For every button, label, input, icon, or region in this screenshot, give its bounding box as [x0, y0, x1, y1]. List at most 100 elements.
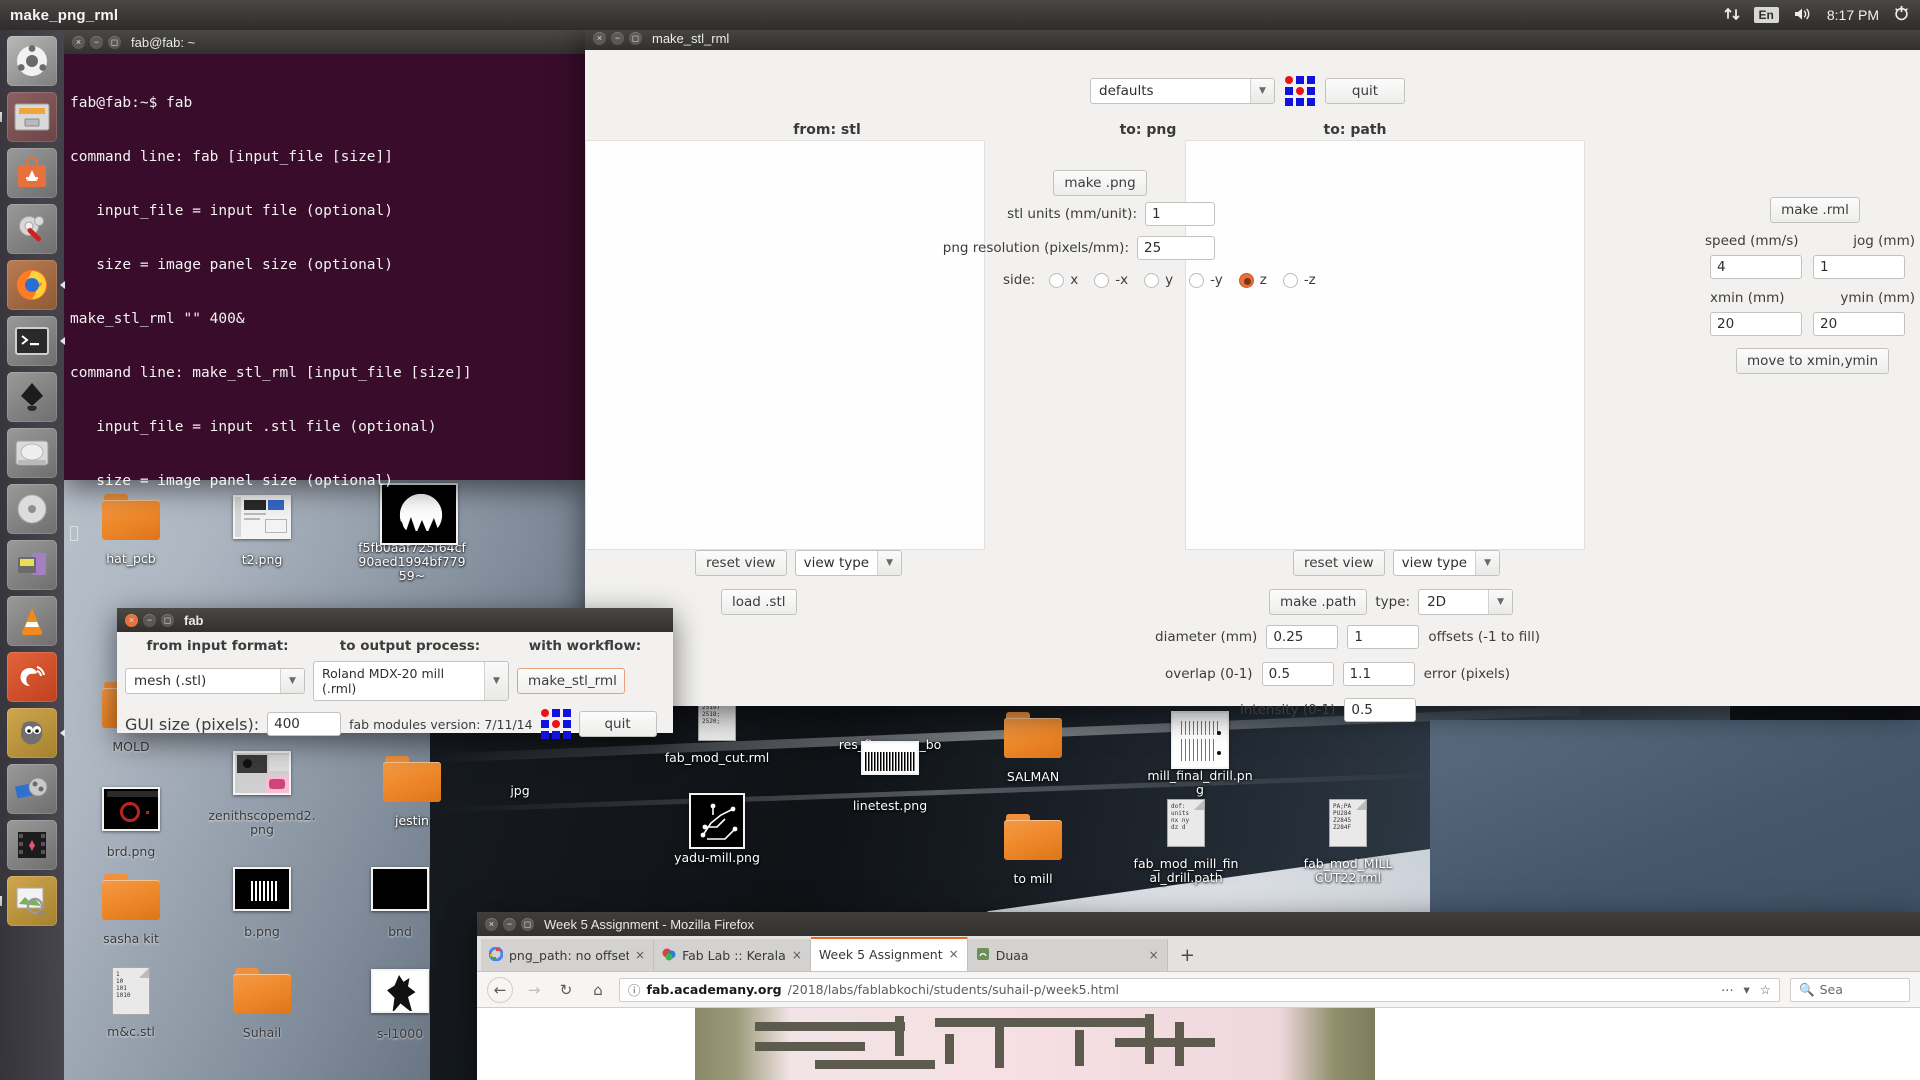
- fab-quit-button[interactable]: quit: [578, 711, 657, 737]
- side-option-negy[interactable]: -y: [1189, 272, 1223, 288]
- info-icon[interactable]: ⓘ: [628, 980, 641, 999]
- gui-size-input[interactable]: [267, 712, 342, 736]
- disk-icon[interactable]: [7, 428, 57, 478]
- path-reset-view-button[interactable]: reset view: [1293, 550, 1385, 576]
- chevron-down-icon[interactable]: ▼: [280, 669, 304, 693]
- desktop-icon[interactable]: dof: units nx ny dz d fab_mod_mill_final_dri…: [1130, 796, 1242, 885]
- firefox-titlebar[interactable]: × − ◻ Week 5 Assignment - Mozilla Firefo…: [477, 912, 1920, 936]
- desktop-icon[interactable]: 1 10 101 1010 m&c.stl: [75, 964, 187, 1039]
- back-button[interactable]: ←: [487, 976, 513, 1003]
- maximize-icon[interactable]: ◻: [629, 31, 642, 45]
- movie-player-icon[interactable]: [7, 820, 57, 870]
- stl-window-buttons[interactable]: × − ◻: [593, 31, 642, 45]
- firefox-tabstrip[interactable]: png_path: no offset edge × Fab Lab :: Ke…: [477, 936, 1920, 972]
- unity-launcher[interactable]: [0, 30, 65, 1080]
- fab-dialog-titlebar[interactable]: × − ◻ fab: [117, 608, 673, 632]
- close-tab-icon[interactable]: ×: [792, 948, 802, 962]
- minimize-icon[interactable]: −: [503, 917, 516, 931]
- ubuntu-dash-icon[interactable]: [7, 36, 57, 86]
- address-bar[interactable]: ⓘ fab.academany.org/2018/labs/fablabkoch…: [619, 977, 1780, 1002]
- firefox-page-content[interactable]: [477, 1008, 1920, 1080]
- fab-window-buttons[interactable]: × − ◻: [125, 613, 174, 627]
- overlap-input[interactable]: [1261, 662, 1334, 686]
- make-stl-rml-window[interactable]: × − ◻ make_stl_rml defaults ▼ quit from:…: [585, 26, 1920, 722]
- terminal-window-buttons[interactable]: × − ◻: [72, 35, 121, 49]
- radio-icon[interactable]: [1094, 272, 1110, 288]
- search-bar[interactable]: 🔍 Sea: [1790, 977, 1910, 1002]
- power-gear-icon[interactable]: [1893, 5, 1910, 25]
- make-path-button[interactable]: make .path: [1269, 589, 1368, 615]
- side-option-negx[interactable]: -x: [1094, 272, 1128, 288]
- maximize-icon[interactable]: ◻: [108, 35, 121, 49]
- gimp-icon[interactable]: [7, 708, 65, 758]
- browser-tab[interactable]: Fab Lab :: Kerala ×: [654, 939, 811, 971]
- desktop-icon[interactable]: sasha kit: [75, 870, 187, 946]
- input-format-dropdown[interactable]: mesh (.stl) ▼: [125, 668, 305, 694]
- chevron-down-icon[interactable]: ▼: [1475, 551, 1500, 575]
- page-actions-icon[interactable]: ⋯: [1721, 982, 1734, 997]
- make-rml-button[interactable]: make .rml: [1770, 197, 1860, 223]
- desktop-icon[interactable]: brd.png: [75, 782, 187, 859]
- ymin-input[interactable]: [1813, 312, 1905, 336]
- firefox-icon[interactable]: [7, 260, 65, 310]
- error-input[interactable]: [1342, 662, 1415, 686]
- terminal-window[interactable]: × − ◻ fab@fab: ~ fab@fab:~$ fab command …: [64, 30, 586, 541]
- png-resolution-input[interactable]: [1137, 236, 1215, 260]
- close-icon[interactable]: ×: [593, 31, 606, 45]
- video-editor-icon[interactable]: [7, 764, 57, 814]
- fab-modules-logo-icon[interactable]: [540, 709, 571, 739]
- reload-icon[interactable]: ↻: [555, 979, 577, 1001]
- side-option-y[interactable]: y: [1144, 272, 1173, 288]
- browser-tab-active[interactable]: Week 5 Assignment ×: [810, 937, 968, 971]
- close-tab-icon[interactable]: ×: [1149, 948, 1159, 962]
- desktop-icon[interactable]: zenithscopemd2.png: [206, 746, 318, 837]
- intensity-input[interactable]: [1344, 698, 1417, 722]
- ubuntu-software-icon[interactable]: [7, 148, 57, 198]
- radio-icon[interactable]: [1144, 272, 1160, 288]
- radio-icon[interactable]: [1189, 272, 1205, 288]
- home-icon[interactable]: ⌂: [587, 979, 609, 1001]
- system-settings-icon[interactable]: [7, 204, 57, 254]
- image-viewer-icon[interactable]: [0, 876, 57, 926]
- panel-app-title[interactable]: make_png_rml: [10, 7, 118, 24]
- vlc-icon[interactable]: [7, 596, 57, 646]
- files-icon[interactable]: [0, 92, 57, 142]
- path-type-dropdown[interactable]: 2D ▼: [1418, 589, 1514, 615]
- close-tab-icon[interactable]: ×: [635, 948, 645, 962]
- radio-icon[interactable]: [1049, 272, 1065, 288]
- network-updown-icon[interactable]: [1724, 6, 1740, 25]
- chevron-down-icon[interactable]: ▼: [484, 662, 508, 700]
- minimize-icon[interactable]: −: [90, 35, 103, 49]
- minimize-icon[interactable]: −: [611, 31, 624, 45]
- desktop-icon[interactable]: PA;PA PU284 Z2845 Z284F fab_mod_MILL CUT22.r…: [1292, 796, 1404, 885]
- make-png-button[interactable]: make .png: [1053, 170, 1147, 196]
- desktop-icon[interactable]: bnd: [344, 862, 456, 939]
- firefox-window-buttons[interactable]: × − ◻: [485, 917, 534, 931]
- output-process-dropdown[interactable]: Roland MDX-20 mill (.rml) ▼: [313, 661, 509, 701]
- side-option-x[interactable]: x: [1049, 272, 1078, 288]
- diameter-input[interactable]: [1266, 625, 1339, 649]
- path-preview-canvas[interactable]: [1185, 140, 1585, 550]
- clock[interactable]: 8:17 PM: [1827, 7, 1879, 23]
- close-icon[interactable]: ×: [72, 35, 85, 49]
- amarok-icon[interactable]: [7, 652, 57, 702]
- maximize-icon[interactable]: ◻: [161, 613, 174, 627]
- workflow-button[interactable]: make_stl_rml: [517, 668, 625, 694]
- speed-input[interactable]: [1710, 255, 1802, 279]
- jog-input[interactable]: [1813, 255, 1905, 279]
- fab-dialog-window[interactable]: × − ◻ fab from input format: to output p…: [117, 608, 673, 739]
- defaults-dropdown[interactable]: defaults ▼: [1090, 78, 1275, 104]
- path-view-type-dropdown[interactable]: view type ▼: [1392, 550, 1501, 576]
- maximize-icon[interactable]: ◻: [521, 917, 534, 931]
- cd-icon[interactable]: [7, 484, 57, 534]
- fab-modules-logo-icon[interactable]: [1285, 76, 1315, 106]
- stl-reset-view-button[interactable]: reset view: [695, 550, 787, 576]
- desktop-icon[interactable]: s-l1000: [344, 964, 456, 1041]
- side-radio-group[interactable]: side: x -x y -y z -z: [1003, 272, 1332, 288]
- desktop-icon[interactable]: b.png: [206, 862, 318, 939]
- desktop-icon[interactable]: SALMAN: [977, 708, 1089, 784]
- usb-device-icon[interactable]: [7, 540, 57, 590]
- chevron-down-icon[interactable]: ▼: [877, 551, 902, 575]
- move-to-xmin-ymin-button[interactable]: move to xmin,ymin: [1735, 348, 1890, 374]
- close-icon[interactable]: ×: [125, 613, 138, 627]
